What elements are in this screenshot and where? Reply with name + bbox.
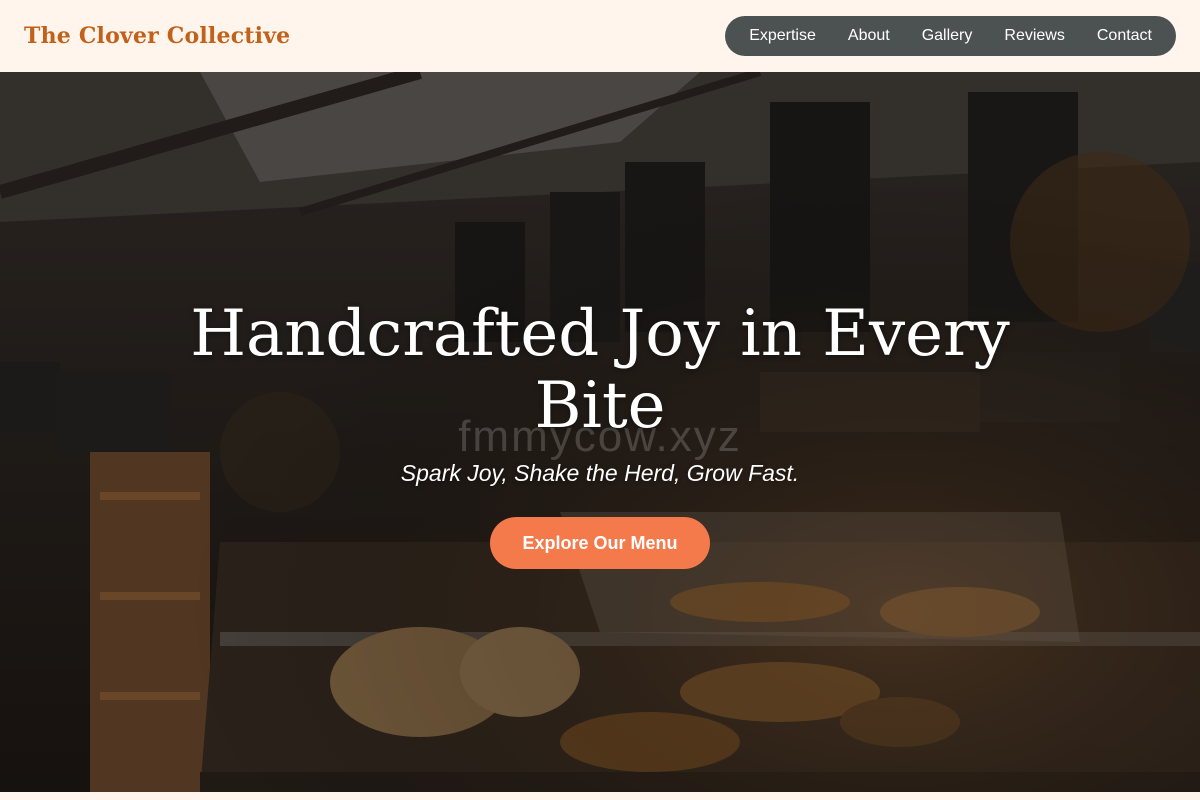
site-header: The Clover Collective Expertise About Ga… xyxy=(0,0,1200,72)
nav-item-expertise[interactable]: Expertise xyxy=(733,27,832,45)
hero-section: fmmycow.xyz Handcrafted Joy in Every Bit… xyxy=(0,72,1200,792)
explore-menu-button[interactable]: Explore Our Menu xyxy=(490,517,710,569)
hero-content: Handcrafted Joy in Every Bite Spark Joy,… xyxy=(0,72,1200,792)
nav-item-contact[interactable]: Contact xyxy=(1081,27,1168,45)
nav-item-about[interactable]: About xyxy=(832,27,906,45)
page-bottom-strip xyxy=(0,792,1200,800)
nav-item-reviews[interactable]: Reviews xyxy=(988,27,1080,45)
nav-item-gallery[interactable]: Gallery xyxy=(906,27,989,45)
brand-logo-text[interactable]: The Clover Collective xyxy=(24,23,290,49)
hero-title: Handcrafted Joy in Every Bite xyxy=(190,297,1010,443)
main-nav: Expertise About Gallery Reviews Contact xyxy=(725,16,1176,56)
hero-subtitle: Spark Joy, Shake the Herd, Grow Fast. xyxy=(400,460,800,486)
